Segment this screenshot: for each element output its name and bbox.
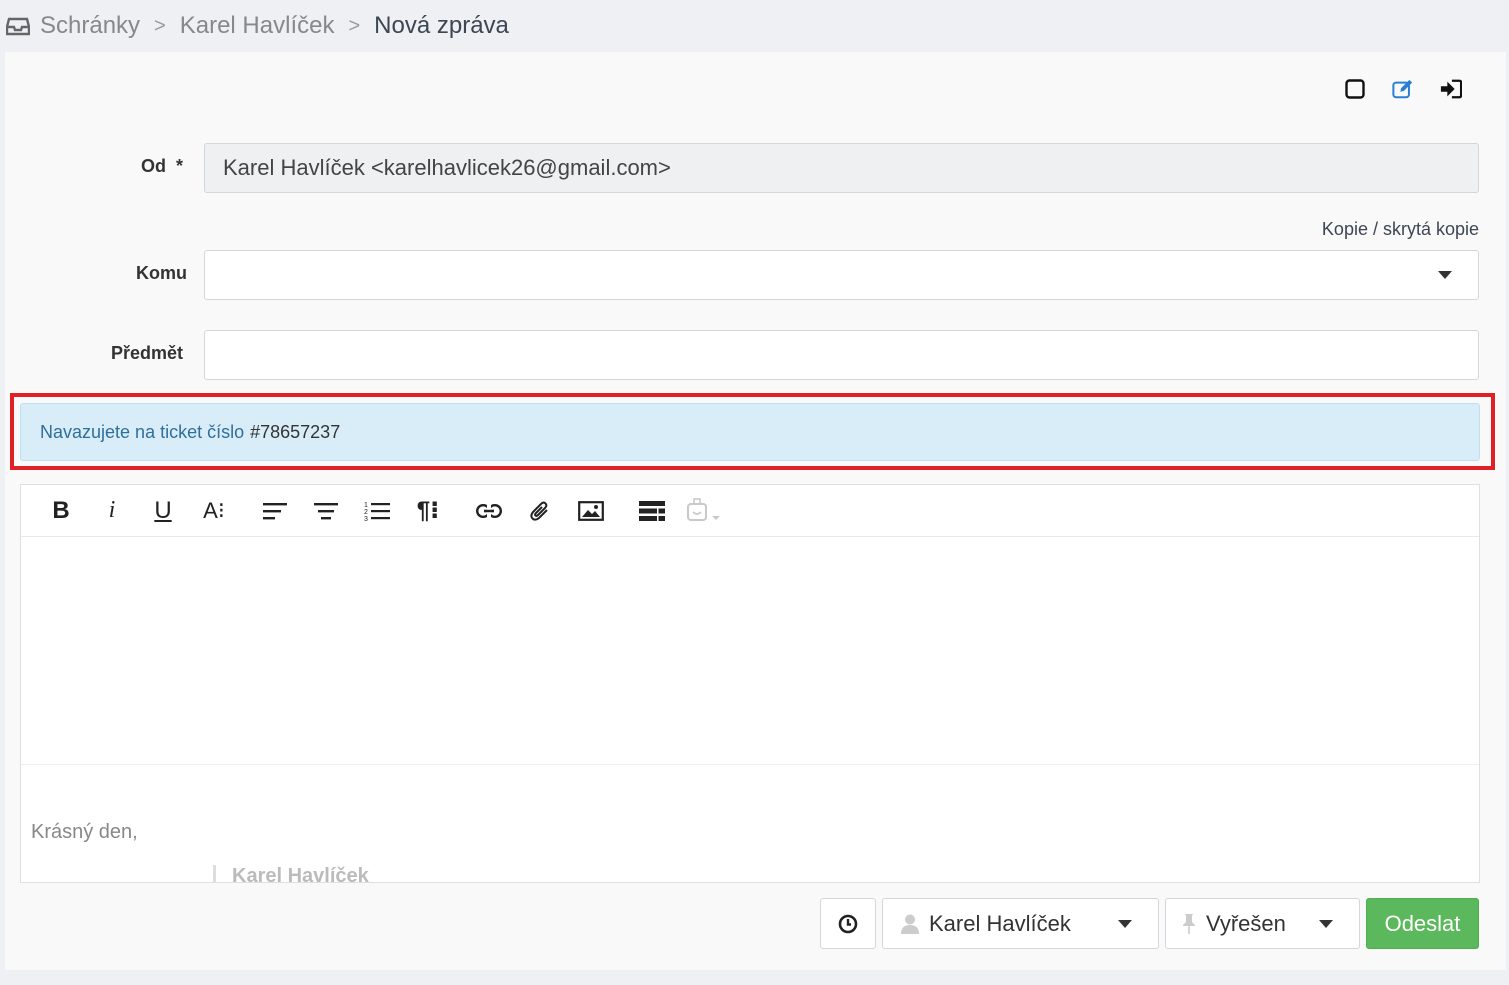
table-icon (639, 500, 665, 521)
image-icon (578, 500, 604, 521)
breadcrumb-separator: > (348, 14, 361, 37)
svg-text:2: 2 (364, 509, 368, 516)
to-label: Komu (136, 263, 187, 283)
breadcrumb: Schránky > Karel Havlíček > Nová zpráva (0, 0, 1509, 52)
to-field[interactable] (204, 250, 1479, 300)
svg-text:1: 1 (364, 502, 368, 509)
ticket-number: #78657237 (250, 421, 341, 442)
chevron-down-icon (1118, 920, 1132, 928)
link-icon (476, 503, 502, 518)
paperclip-icon (530, 501, 548, 521)
align-left-button[interactable] (255, 494, 295, 528)
bottom-action-bar: Karel Havlíček Vyřešen Odeslat (820, 898, 1479, 949)
from-value: Karel Havlíček <karelhavlicek26@gmail.co… (223, 155, 671, 180)
underline-button[interactable]: U (143, 494, 183, 528)
image-button[interactable] (571, 494, 611, 528)
attachment-button[interactable] (520, 494, 560, 528)
owner-dropdown[interactable]: Karel Havlíček (882, 898, 1159, 949)
svg-text:3: 3 (364, 516, 368, 521)
sign-in-icon[interactable] (1440, 78, 1462, 100)
breadcrumb-item-current: Nová zpráva (374, 12, 509, 39)
robot-icon (687, 497, 720, 521)
chevron-down-icon (1438, 271, 1452, 279)
top-actions (1344, 78, 1462, 100)
align-center-button[interactable] (306, 494, 346, 528)
template-button[interactable] (683, 494, 723, 528)
status-dropdown[interactable]: Vyřešen (1165, 898, 1360, 949)
editor-body[interactable] (21, 538, 1479, 764)
breadcrumb-item-inboxes[interactable]: Schránky (40, 12, 140, 40)
editor-toolbar: B i U A⁝ 123 ¶⁝ (21, 485, 1479, 537)
signature-name: Karel Havlíček (213, 865, 369, 882)
align-center-icon (314, 502, 338, 519)
status-value: Vyřešen (1206, 910, 1286, 936)
breadcrumb-item-mailbox[interactable]: Karel Havlíček (180, 12, 335, 40)
font-size-button[interactable]: A⁝ (194, 494, 234, 528)
bold-button[interactable]: B (41, 494, 81, 528)
signature-greeting: Krásný den, (31, 821, 138, 843)
italic-button[interactable]: i (92, 494, 132, 528)
clock-icon (838, 914, 858, 933)
schedule-button[interactable] (820, 898, 876, 949)
cc-bcc-link[interactable]: Kopie / skrytá kopie (1322, 219, 1479, 240)
required-mark: * (176, 156, 184, 176)
align-left-icon (263, 502, 287, 519)
subject-label: Předmět (111, 343, 184, 363)
paragraph-button[interactable]: ¶⁝ (408, 494, 448, 528)
subject-input[interactable] (204, 330, 1479, 380)
compose-panel: Od * Karel Havlíček <karelhavlicek26@gmai… (5, 52, 1506, 970)
ordered-list-icon: 123 (364, 502, 390, 521)
table-button[interactable] (632, 494, 672, 528)
send-button[interactable]: Odeslat (1366, 898, 1479, 949)
owner-value: Karel Havlíček (929, 910, 1071, 936)
from-field[interactable]: Karel Havlíček <karelhavlicek26@gmail.co… (204, 143, 1479, 193)
user-icon (901, 914, 919, 934)
ticket-info-alert: Navazujete na ticket číslo #78657237 (20, 403, 1480, 461)
from-label: Od * (141, 156, 184, 176)
pin-icon (1182, 913, 1196, 934)
chevron-down-icon (1319, 920, 1333, 928)
inbox-icon (6, 16, 30, 36)
ordered-list-button[interactable]: 123 (357, 494, 397, 528)
checkbox-square-icon[interactable] (1344, 78, 1366, 100)
edit-icon[interactable] (1392, 78, 1414, 100)
link-button[interactable] (469, 494, 509, 528)
message-editor: B i U A⁝ 123 ¶⁝ Krásný den, Karel Havlíč… (20, 484, 1480, 883)
divider (21, 764, 1479, 765)
alert-text: Navazujete na ticket číslo (40, 421, 245, 442)
breadcrumb-separator: > (154, 14, 166, 37)
